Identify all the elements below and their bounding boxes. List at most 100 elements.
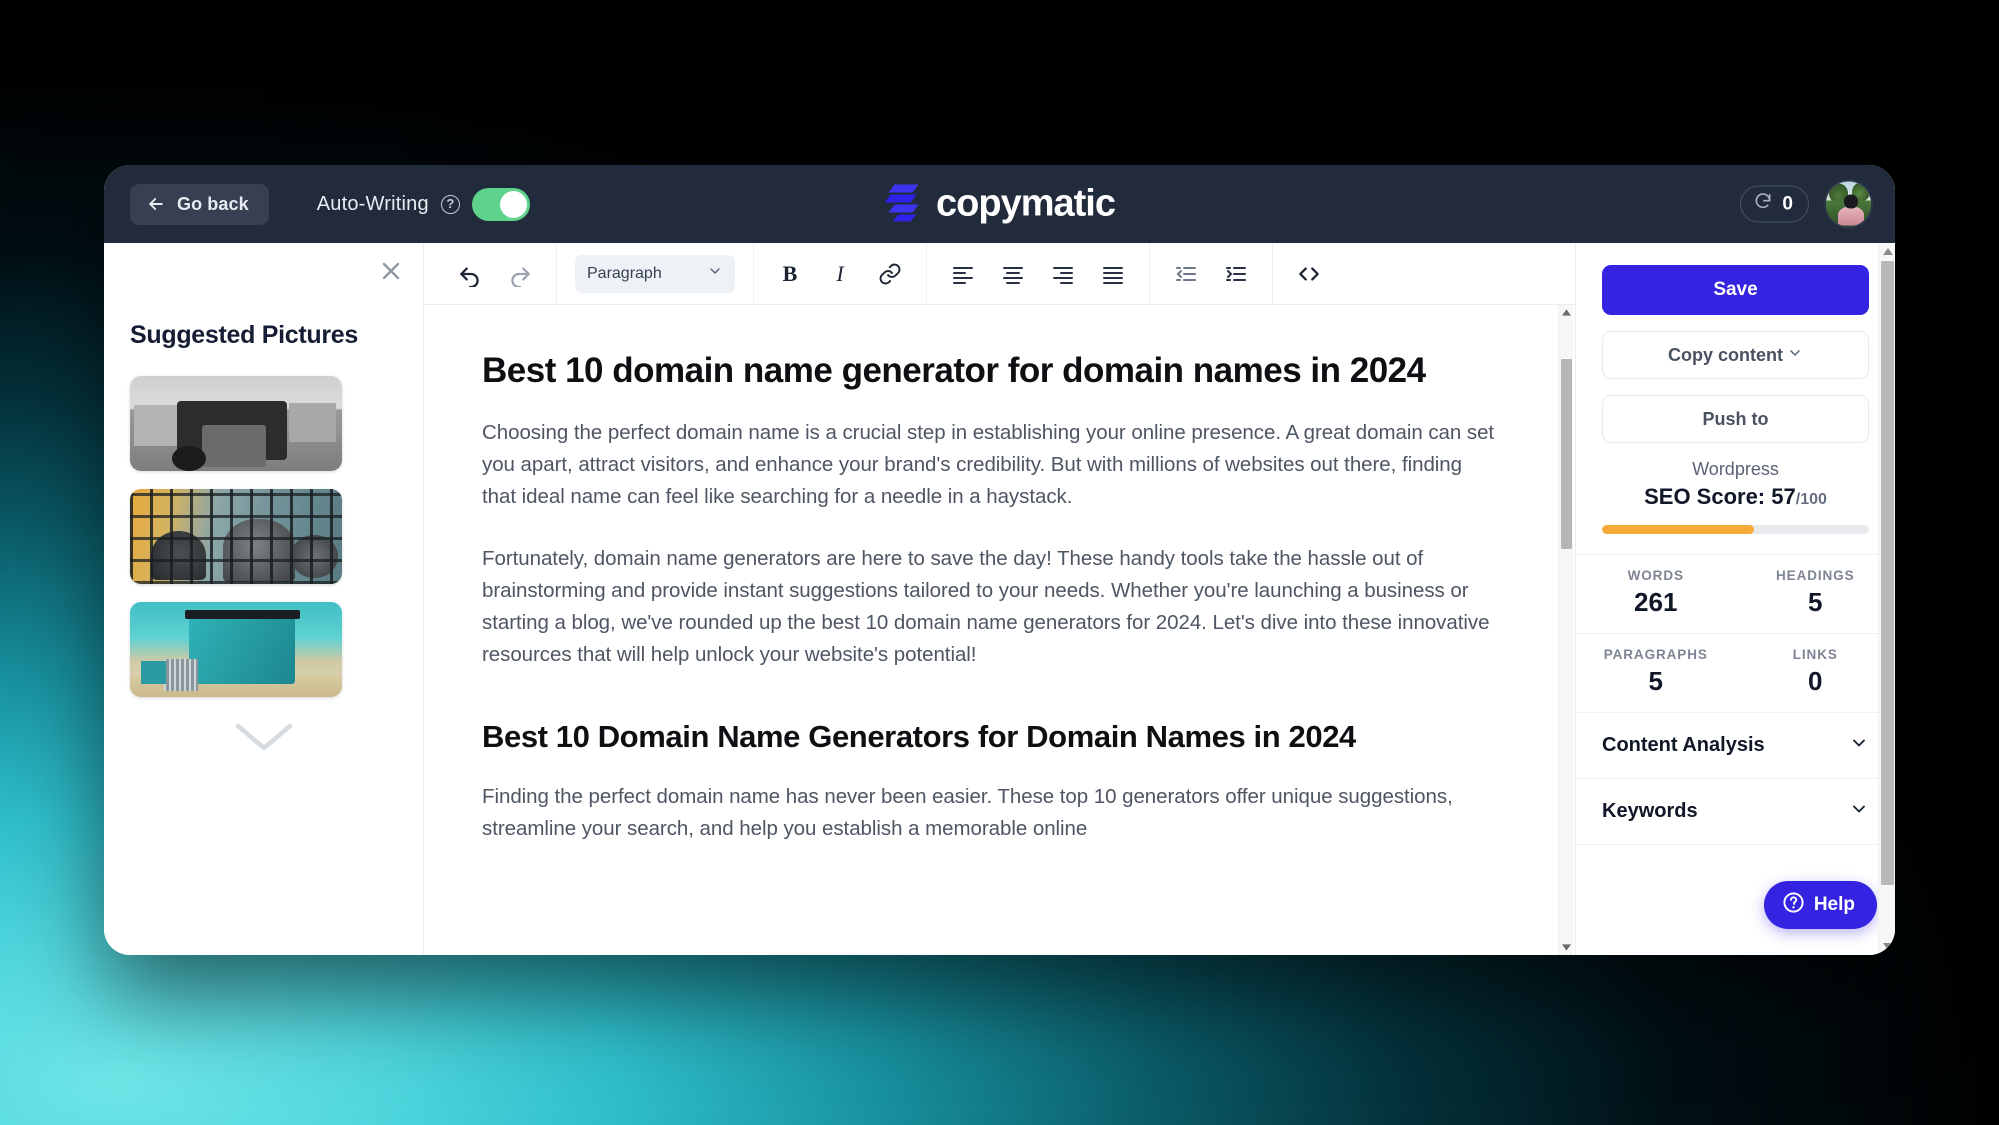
block-format-value: Paragraph [587,265,662,283]
block-format-select[interactable]: Paragraph [575,255,735,293]
code-icon[interactable] [1291,256,1327,292]
stat-label: HEADINGS [1736,568,1896,583]
indent-group [1150,243,1273,304]
copymatic-mark-icon [884,182,922,227]
scroll-down-icon[interactable] [1559,940,1574,955]
chevron-down-icon[interactable] [233,719,295,753]
outdent-icon[interactable] [1168,256,1204,292]
accordion-label: Keywords [1602,800,1698,823]
accordion-keywords[interactable]: Keywords [1576,779,1895,845]
auto-writing-control: Auto-Writing ? [317,188,530,221]
bold-button[interactable]: B [772,256,808,292]
stat-words: WORDS 261 [1576,555,1736,633]
stats-row: WORDS 261 HEADINGS 5 [1576,555,1895,634]
link-icon[interactable] [872,256,908,292]
align-justify-icon[interactable] [1095,256,1131,292]
document-paragraph-2: Fortunately, domain name generators are … [482,543,1498,671]
go-back-button[interactable]: Go back [130,184,269,225]
auto-writing-toggle[interactable] [472,188,530,221]
window-body: Suggested Pictures [104,243,1895,955]
seo-score-label: SEO Score: [1644,484,1765,509]
document-body[interactable]: Best 10 domain name generator for domain… [424,305,1558,955]
document-paragraph-3: Finding the perfect domain name has neve… [482,781,1498,845]
undo-icon[interactable] [452,256,488,292]
document-paragraph-1: Choosing the perfect domain name is a cr… [482,417,1498,513]
seo-score: SEO Score: 57/100 [1602,484,1869,510]
align-center-icon[interactable] [995,256,1031,292]
suggested-picture-2[interactable] [130,489,342,584]
stat-links: LINKS 0 [1736,634,1896,712]
copy-content-label: Copy content [1668,345,1783,366]
stat-value: 0 [1736,666,1896,697]
picture-list [130,376,397,697]
stat-value: 5 [1576,666,1736,697]
scroll-up-icon[interactable] [1559,305,1574,320]
seo-score-value: 57 [1771,484,1795,509]
editor-toolbar: Paragraph B I [424,243,1575,305]
question-circle-icon[interactable]: ? [441,195,460,214]
seo-score-max: /100 [1796,491,1827,508]
document-h2: Best 10 Domain Name Generators for Domai… [482,717,1498,757]
credits-pill[interactable]: 0 [1740,186,1809,223]
suggested-picture-1[interactable] [130,376,342,471]
alignment-group [927,243,1150,304]
question-circle-icon [1782,891,1805,920]
close-icon[interactable] [377,257,405,285]
suggested-pictures-title: Suggested Pictures [130,321,397,350]
push-to-button[interactable]: Push to [1602,395,1869,443]
accordion-label: Content Analysis [1602,734,1765,757]
brand-logo: copymatic [884,182,1115,227]
save-button[interactable]: Save [1602,265,1869,315]
actions-section: Save Copy content Push to Wordpress SEO … [1576,243,1895,534]
suggested-pictures-panel: Suggested Pictures [104,243,424,955]
stat-value: 5 [1736,587,1896,618]
editor-pane: Paragraph B I [424,243,1575,955]
align-right-icon[interactable] [1045,256,1081,292]
indent-icon[interactable] [1218,256,1254,292]
stat-label: LINKS [1736,647,1896,662]
seo-progress-fill [1602,525,1754,534]
window-scrollbar[interactable] [1878,243,1895,955]
seo-progress-bar [1602,525,1869,534]
auto-writing-label: Auto-Writing [317,193,429,216]
redo-icon[interactable] [502,256,538,292]
chevron-down-icon [1787,345,1803,366]
stats-grid: WORDS 261 HEADINGS 5 PARAGRAPHS 5 LINKS [1576,554,1895,713]
history-group [434,243,557,304]
credits-count: 0 [1782,193,1793,215]
go-back-label: Go back [177,194,249,215]
avatar[interactable] [1824,180,1873,229]
platform-label: Wordpress [1602,459,1869,480]
scroll-up-icon[interactable] [1880,244,1895,259]
editor-scrollbar-thumb[interactable] [1561,359,1572,549]
stat-label: PARAGRAPHS [1576,647,1736,662]
block-format-group: Paragraph [557,243,754,304]
document-h1: Best 10 domain name generator for domain… [482,349,1498,393]
top-bar: Go back Auto-Writing ? copymatic [104,165,1895,243]
italic-button[interactable]: I [822,256,858,292]
accordion-content-analysis[interactable]: Content Analysis [1576,713,1895,779]
text-style-group: B I [754,243,927,304]
arrow-left-icon [146,194,166,214]
align-left-icon[interactable] [945,256,981,292]
stat-headings: HEADINGS 5 [1736,555,1896,633]
scroll-down-icon[interactable] [1880,939,1895,954]
editor-scrollbar[interactable] [1558,305,1573,955]
suggested-picture-3[interactable] [130,602,342,697]
chevron-down-icon [707,263,723,284]
chevron-down-icon [1849,733,1869,758]
stat-value: 261 [1576,587,1736,618]
window-scrollbar-thumb[interactable] [1881,261,1894,885]
stats-row: PARAGRAPHS 5 LINKS 0 [1576,634,1895,713]
refresh-icon [1753,192,1773,217]
chevron-down-icon [1849,799,1869,824]
help-button[interactable]: Help [1764,881,1877,929]
italic-label: I [836,261,843,287]
code-group [1273,243,1345,304]
help-label: Help [1814,894,1855,916]
push-to-label: Push to [1703,409,1769,430]
stat-paragraphs: PARAGRAPHS 5 [1576,634,1736,712]
copy-content-button[interactable]: Copy content [1602,331,1869,379]
editor-scroll-area: Best 10 domain name generator for domain… [424,305,1575,955]
brand-name: copymatic [936,183,1115,226]
